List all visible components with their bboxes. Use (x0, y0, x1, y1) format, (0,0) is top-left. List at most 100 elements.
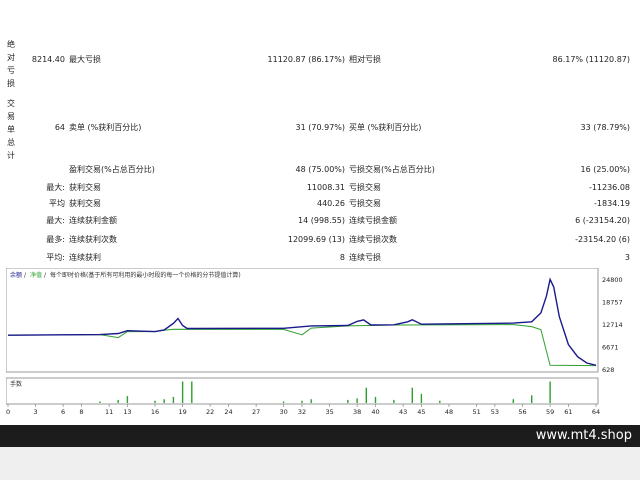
x-tick-label: 40 (371, 408, 379, 416)
bottom-strip (0, 447, 640, 480)
absolute-drawdown-value: 8214.40 (31, 55, 65, 64)
label-char: 绝 (7, 40, 15, 49)
volume-bar (439, 400, 441, 403)
x-tick-label: 30 (279, 408, 287, 416)
short-positions-value: 31 (70.97%) (295, 123, 345, 132)
volume-bar (117, 399, 119, 403)
volume-bar (365, 387, 367, 403)
stats-label-left: 盈利交易(%占总百分比) (69, 165, 155, 174)
chart-volume-frame (6, 377, 599, 405)
label-char: 计 (7, 151, 15, 160)
x-tick-label: 13 (123, 408, 131, 416)
volume-bar (301, 400, 303, 403)
stats-value-right: 3 (624, 253, 630, 262)
volume-bar (549, 381, 551, 403)
max-drawdown-value: 11120.87 (86.17%) (267, 55, 345, 64)
volume-bar (99, 401, 101, 403)
short-positions-label: 卖单 (%获利百分比) (69, 123, 142, 132)
relative-drawdown-value: 86.17% (11120.87) (552, 55, 630, 64)
stats-value-right: -11236.08 (588, 183, 630, 192)
x-tick-label: 38 (353, 408, 361, 416)
stats-label-right: 连续亏损金额 (349, 216, 397, 225)
stats-value-right: 16 (25.00%) (580, 165, 630, 174)
stats-prefix: 最大: (46, 183, 65, 192)
stats-value-left: 8 (339, 253, 345, 262)
balance-chart: 余额 / 净值 / 每个即时价格(基于所有可利用的最小时段的每一个价格的分节提值… (6, 268, 634, 418)
chart-main-frame (6, 268, 599, 373)
label-char: 损 (7, 79, 15, 88)
watermark-bar: www.mt4.shop (0, 425, 640, 447)
x-tick-label: 16 (151, 408, 159, 416)
stats-value-right: -23154.20 (6) (575, 235, 630, 244)
x-tick-label: 53 (491, 408, 499, 416)
x-tick-label: 56 (518, 408, 526, 416)
volume-bar (126, 396, 129, 403)
volume-bar (531, 395, 533, 403)
volume-bar (393, 399, 395, 403)
stats-label-right: 亏损交易(%占总百分比) (349, 165, 435, 174)
legend-tick-mode: 每个即时价格(基于所有可利用的最小时段的每一个价格的分节提值计算) (50, 271, 241, 279)
y-tick-label: 18757 (602, 299, 623, 307)
x-tick-label: 22 (206, 408, 214, 416)
x-tick-label: 48 (445, 408, 453, 416)
volume-bar (411, 387, 413, 403)
stats-value-left: 11008.31 (306, 183, 345, 192)
x-tick-label: 24 (224, 408, 232, 416)
volume-bar (310, 399, 312, 403)
stats-label-left: 获利交易 (69, 199, 101, 208)
x-tick-label: 61 (564, 408, 572, 416)
stats-label-left: 连续获利次数 (69, 235, 117, 244)
relative-drawdown-label: 相对亏损 (349, 55, 381, 64)
x-tick-label: 59 (546, 408, 554, 416)
stats-row: 最多: 连续获利次数 12099.69 (13) 连续亏损次数 -23154.2… (0, 233, 640, 247)
volume-bar (282, 401, 285, 403)
stats-label-left: 连续获利 (69, 253, 101, 262)
stats-prefix: 最大: (46, 216, 65, 225)
x-tick-label: 51 (472, 408, 480, 416)
x-tick-label: 8 (79, 408, 83, 416)
x-tick-label: 35 (325, 408, 333, 416)
stats-row: 平均 获利交易 440.26 亏损交易 -1834.19 (0, 197, 640, 211)
volume-bar (420, 393, 423, 403)
max-drawdown-label: 最大亏损 (69, 55, 101, 64)
volume-bar (191, 381, 193, 403)
x-tick-label: 19 (178, 408, 186, 416)
y-tick-label: 12714 (602, 321, 623, 329)
volume-bar (163, 399, 165, 403)
volume-bar (347, 399, 349, 403)
x-tick-label: 43 (399, 408, 407, 416)
label-char: 总 (7, 138, 15, 147)
stats-prefix: 平均 (49, 199, 65, 208)
stats-value-left: 12099.69 (13) (287, 235, 345, 244)
x-tick-label: 11 (105, 408, 113, 416)
stats-label-left: 获利交易 (69, 183, 101, 192)
stats-row: 平均: 连续获利 8 连续亏损 3 (0, 251, 640, 265)
stats-prefix: 平均: (46, 253, 65, 262)
stats-value-right: -1834.19 (594, 199, 630, 208)
stats-value-left: 440.26 (317, 199, 345, 208)
volume-bar (356, 398, 358, 403)
y-tick-label: 6671 (602, 344, 619, 352)
stats-label-right: 连续亏损次数 (349, 235, 397, 244)
y-tick-label: 628 (602, 366, 614, 374)
label-char: 交 (7, 99, 15, 108)
volume-bar (374, 396, 377, 403)
x-tick-label: 27 (252, 408, 260, 416)
x-tick-label: 6 (61, 408, 65, 416)
stats-label-right: 亏损交易 (349, 183, 381, 192)
stats-row: 最大: 连续获利金额 14 (998.55) 连续亏损金额 6 (-23154.… (0, 214, 640, 228)
trades-row: 64 卖单 (%获利百分比) 31 (70.97%) 买单 (%获利百分比) 3… (0, 121, 640, 135)
x-tick-label: 32 (298, 408, 306, 416)
stats-value-right: 6 (-23154.20) (575, 216, 630, 225)
volume-bar (181, 381, 184, 403)
stats-value-left: 14 (998.55) (298, 216, 345, 225)
long-positions-value: 33 (78.79%) (580, 123, 630, 132)
x-tick-label: 64 (592, 408, 600, 416)
total-trades-value: 64 (54, 123, 65, 132)
balance-chart-svg: 余额 / 净值 / 每个即时价格(基于所有可利用的最小时段的每一个价格的分节提值… (6, 268, 623, 416)
volume-bar (154, 400, 156, 403)
drawdown-row: 8214.40 最大亏损 11120.87 (86.17%) 相对亏损 86.1… (0, 53, 640, 67)
x-tick-label: 45 (417, 408, 425, 416)
x-tick-label: 0 (6, 408, 10, 416)
legend-balance: 余额 (10, 271, 22, 279)
